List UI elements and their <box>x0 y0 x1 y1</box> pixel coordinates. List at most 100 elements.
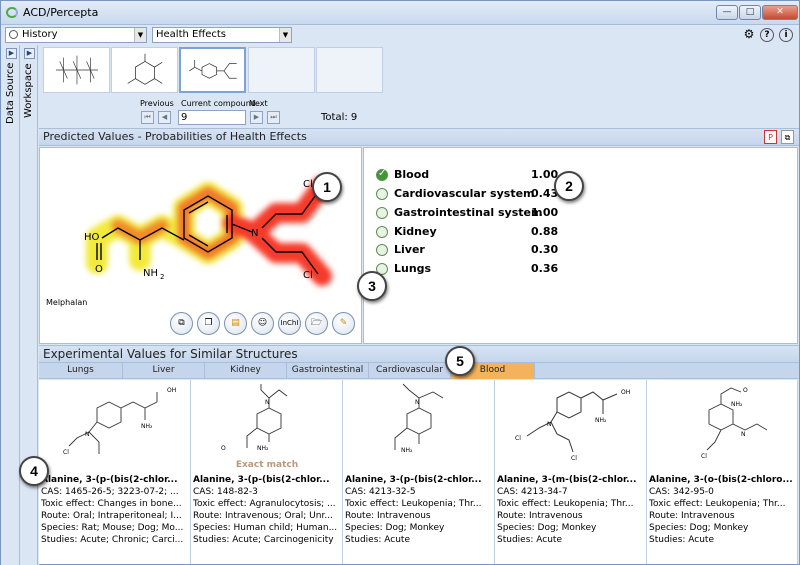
empty-thumbnail-slot <box>316 47 383 93</box>
compound-thumbnail[interactable] <box>111 47 178 93</box>
compound-thumbnail-selected[interactable] <box>179 47 246 93</box>
card-title: Alanine, 3-(p-(bis(2-chlor... <box>345 475 482 485</box>
callout-badge: 1 <box>312 172 342 202</box>
tab-kidney[interactable]: Kidney <box>205 363 287 379</box>
card-studies: Studies: Acute <box>497 535 562 545</box>
card-studies: Studies: Acute; Carcinogenicity <box>193 535 334 545</box>
effect-radio[interactable] <box>376 168 388 181</box>
tab-gastrointestinal[interactable]: Gastrointestinal <box>287 363 369 379</box>
card-studies: Studies: Acute <box>649 535 714 545</box>
card-atom-label: Cl <box>515 435 521 442</box>
application-window: ACD/Percepta — □ ✕ History ▼ Health Effe… <box>0 0 800 565</box>
callout-badge: 4 <box>19 456 49 486</box>
next-compound-button[interactable]: ▶ <box>250 111 263 124</box>
atom-o: O <box>95 264 103 275</box>
card-species: Species: Rat; Mouse; Dog; Mo... <box>41 523 184 533</box>
card-atom-label: N <box>265 399 270 406</box>
effect-label: Cardiovascular system <box>394 187 535 200</box>
chevron-down-icon[interactable]: ▼ <box>134 28 146 42</box>
similar-structure-card[interactable]: O NH₂ N Cl Alanine, 3-(o-(bis(2-chloro..… <box>647 380 798 564</box>
effect-label: Kidney <box>394 225 437 238</box>
first-compound-button[interactable]: ⏮ <box>141 111 154 124</box>
data-source-tab[interactable]: ▶ Data Source <box>3 45 20 565</box>
app-logo-icon <box>6 7 18 18</box>
card-toxic-effect: Toxic effect: Leukopenia; Thr... <box>649 499 786 509</box>
effect-value: 0.36 <box>531 262 559 275</box>
previous-label: Previous <box>140 99 174 108</box>
open-file-button[interactable]: 🗁 <box>305 312 328 335</box>
workspace-label: Workspace <box>23 63 34 118</box>
structure-image: OH NH₂ N Cl Cl <box>515 389 630 462</box>
similar-structure-card[interactable]: OH NH₂ N Cl Cl Alanine, 3-(m-(bis(2-chlo… <box>495 380 647 564</box>
card-cas: CAS: 342-95-0 <box>649 487 714 497</box>
tab-cardiovascular[interactable]: Cardiovascular <box>369 363 451 379</box>
workspace-tab[interactable]: ▶ Workspace <box>21 45 38 565</box>
inchi-button[interactable]: InChI <box>278 312 301 335</box>
effect-radio[interactable] <box>376 207 388 219</box>
close-button[interactable]: ✕ <box>762 5 798 20</box>
expand-icon[interactable]: ▶ <box>24 48 35 59</box>
card-route: Route: Oral; Intraperitoneal; I... <box>41 511 182 521</box>
structure-image: OH NH₂ N Cl <box>63 387 176 456</box>
pdf-export-icon[interactable]: P <box>764 130 777 144</box>
experimental-section-title: Experimental Values for Similar Structur… <box>43 347 298 361</box>
total-count: Total: 9 <box>321 112 358 123</box>
history-combo-value: History <box>22 29 58 40</box>
similar-structure-card[interactable]: N NH₂ Alanine, 3-(p-(bis(2-chlor... CAS:… <box>343 380 495 564</box>
callout-badge: 5 <box>445 346 475 376</box>
card-atom-label: Cl <box>701 453 707 460</box>
experimental-section-header: Experimental Values for Similar Structur… <box>39 345 799 363</box>
tab-liver[interactable]: Liver <box>123 363 205 379</box>
card-title: Alanine, 3-(m-(bis(2-chlor... <box>497 475 637 485</box>
card-title: Alanine, 3-(o-(bis(2-chloro... <box>649 475 793 485</box>
current-compound-input[interactable]: 9 <box>178 110 246 125</box>
structure-image: N NH₂ <box>394 383 444 454</box>
effect-radio[interactable] <box>376 244 388 256</box>
effect-value: 1.00 <box>531 168 559 181</box>
card-cas: CAS: 1465-26-5; 3223-07-2; ... <box>41 487 179 497</box>
atom-cl-bottom: Cl <box>303 270 313 281</box>
effect-value: 0.30 <box>531 243 559 256</box>
similar-structure-card[interactable]: N NH₂ O Exact match Alanine, 3-(p-(bis(2… <box>191 380 343 564</box>
similar-structure-card[interactable]: OH NH₂ N Cl Alanine, 3-(p-(bis(2-chlor..… <box>39 380 191 564</box>
effect-radio[interactable] <box>376 226 388 238</box>
current-compound-label: Current compound <box>181 99 256 108</box>
effects-combo[interactable]: Health Effects ▼ <box>152 27 292 43</box>
card-atom-label: Cl <box>63 449 69 456</box>
card-atom-label: NH₂ <box>731 401 743 408</box>
card-cas: CAS: 4213-32-5 <box>345 487 416 497</box>
tab-lungs[interactable]: Lungs <box>39 363 123 379</box>
copy-structure-button[interactable]: ⧉ <box>170 312 193 335</box>
card-species: Species: Dog; Monkey <box>497 523 597 533</box>
predicted-section-title: Predicted Values - Probabilities of Heal… <box>43 130 307 143</box>
smiles-button[interactable]: ☺ <box>251 312 274 335</box>
compound-thumbnail[interactable] <box>43 47 110 93</box>
expand-icon[interactable]: ▶ <box>6 48 17 59</box>
about-icon[interactable]: i <box>779 28 793 42</box>
structure-image: O NH₂ N Cl <box>701 387 768 460</box>
effect-value: 1.00 <box>531 206 559 219</box>
edit-structure-button[interactable]: ✎ <box>332 312 355 335</box>
atom-n: N <box>251 228 258 239</box>
molecule-panel: HO O NH 2 N Cl Cl Melphalan ⧉ ❐ ▤ ☺ InCh… <box>39 147 362 344</box>
card-toxic-effect: Toxic effect: Agranulocytosis; ... <box>193 499 336 509</box>
maximize-button[interactable]: □ <box>739 5 761 20</box>
card-atom-label: N <box>547 421 552 428</box>
window-title: ACD/Percepta <box>23 6 99 19</box>
settings-icon[interactable]: ⚙ <box>742 28 756 42</box>
left-sidebar: ▶ Data Source ▶ Workspace <box>1 45 39 565</box>
molecule-name: Melphalan <box>46 298 88 307</box>
molecule-structure[interactable]: HO O NH 2 N Cl Cl <box>40 148 361 298</box>
effect-radio[interactable] <box>376 188 388 200</box>
minimize-button[interactable]: — <box>716 5 738 20</box>
last-compound-button[interactable]: ⏭ <box>267 111 280 124</box>
effect-label: Liver <box>394 243 425 256</box>
chevron-down-icon[interactable]: ▼ <box>279 28 291 42</box>
card-studies: Studies: Acute; Chronic; Carci... <box>41 535 184 545</box>
database-button[interactable]: ▤ <box>224 312 247 335</box>
previous-compound-button[interactable]: ◀ <box>158 111 171 124</box>
help-icon[interactable]: ? <box>760 28 774 42</box>
copy-icon[interactable]: ⧉ <box>781 130 794 144</box>
duplicate-button[interactable]: ❐ <box>197 312 220 335</box>
history-combo[interactable]: History ▼ <box>5 27 147 43</box>
